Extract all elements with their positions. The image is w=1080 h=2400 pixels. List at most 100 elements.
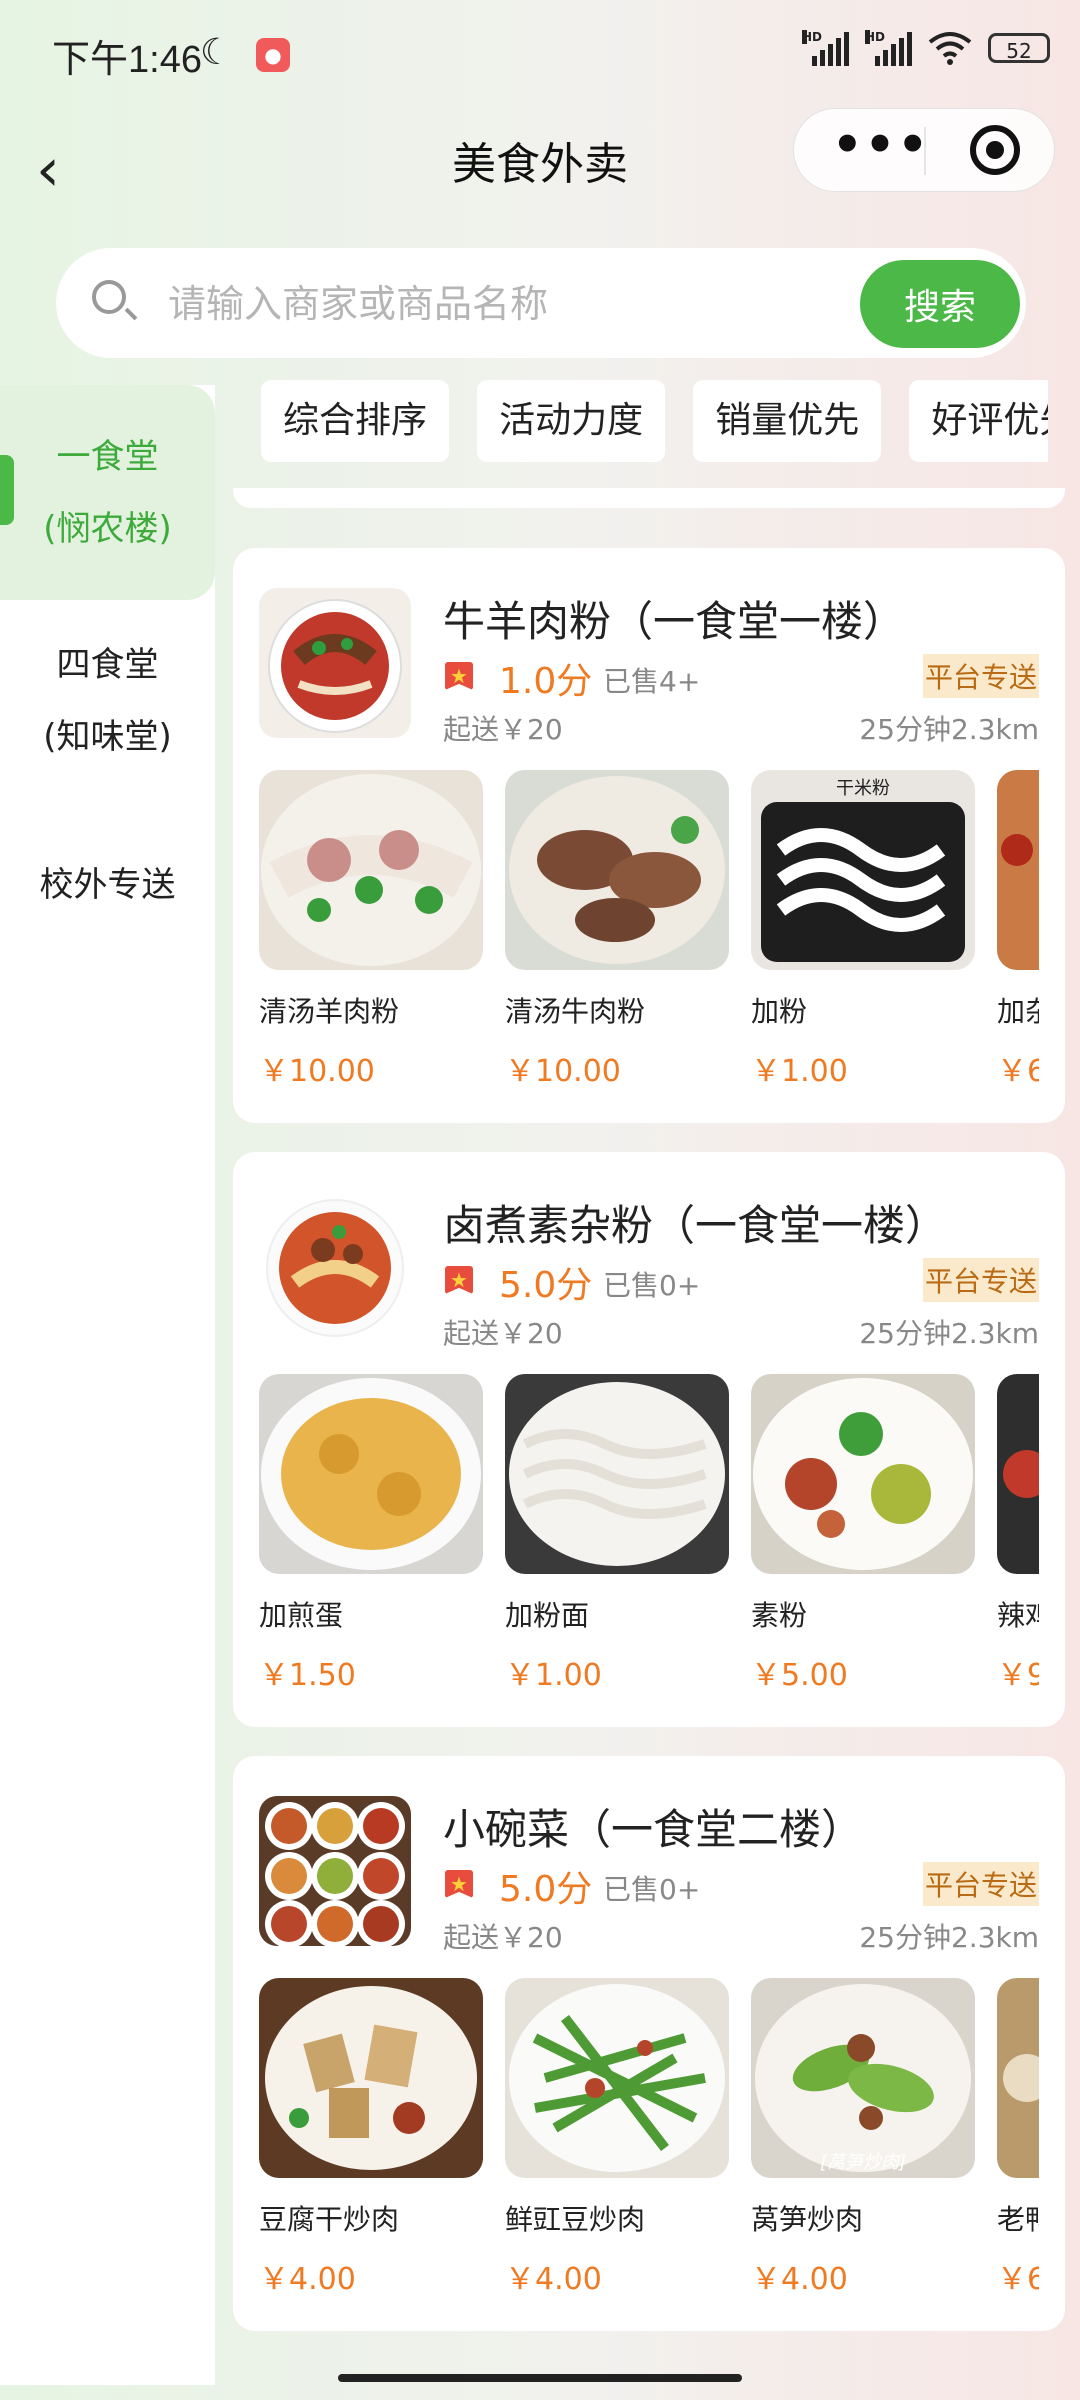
app-notification-icon: ●	[256, 38, 290, 72]
previous-card-edge	[233, 488, 1065, 508]
dish-name: 清汤羊肉粉	[259, 995, 400, 1028]
dish-price: ￥4.00	[259, 2262, 356, 2297]
dish-price: ￥6	[997, 2262, 1039, 2297]
dish-item[interactable]: 老鸭 ￥6	[997, 1978, 1039, 2298]
dish-item[interactable]: 清汤羊肉粉 ￥10.00	[259, 770, 483, 1090]
shop-name: 小碗菜（一食堂二楼）	[443, 1805, 864, 1854]
dish-item[interactable]: 加杂 ￥6	[997, 770, 1039, 1090]
dish-price: ￥10.00	[505, 1054, 621, 1089]
dish-item[interactable]: 鲜豇豆炒肉 ￥4.00	[505, 1978, 729, 2298]
dish-image	[259, 1978, 483, 2178]
wifi-icon	[928, 32, 972, 65]
dish-price: ￥10.00	[259, 1054, 375, 1089]
shop-rating: 1.0分	[499, 661, 593, 702]
dish-price: ￥1.00	[505, 1658, 602, 1693]
shop-rating: 5.0分	[499, 1265, 593, 1306]
dish-image	[997, 770, 1039, 970]
shop-name: 卤煮素杂粉（一食堂一楼）	[443, 1201, 948, 1250]
capsule-divider	[924, 127, 926, 175]
dish-name: 莴笋炒肉	[751, 2203, 864, 2236]
dish-price: ￥5.00	[751, 1658, 848, 1693]
shop-sold-count: 已售0+	[603, 1269, 701, 1302]
close-target-icon[interactable]	[970, 125, 1020, 175]
sidebar-item-canteen-1[interactable]: 一食堂 (悯农楼)	[0, 385, 215, 600]
status-icons: HD HD 52	[802, 30, 1050, 66]
dish-name: 老鸭	[997, 2203, 1039, 2236]
min-order: 起送￥20	[443, 713, 563, 746]
filter-chip-overall[interactable]: 综合排序	[261, 380, 450, 462]
dish-item[interactable]: 干米粉 加粉 ￥1.00	[751, 770, 975, 1090]
shop-sold-count: 已售4+	[603, 665, 701, 698]
delivery-tag: 平台专送	[922, 654, 1039, 698]
delivery-eta: 25分钟2.3km	[859, 1921, 1039, 1954]
dish-price: ￥4.00	[505, 2262, 602, 2297]
dish-item[interactable]: 辣鸡 ￥9	[997, 1374, 1039, 1694]
dish-name: 加煎蛋	[259, 1599, 344, 1632]
dish-item[interactable]: 加煎蛋 ￥1.50	[259, 1374, 483, 1694]
search-input[interactable]	[166, 248, 870, 360]
dish-name: 清汤牛肉粉	[505, 995, 646, 1028]
shop-logo	[259, 1192, 411, 1342]
rating-star-icon: ★	[445, 1266, 473, 1294]
dish-price: ￥1.50	[259, 1658, 356, 1693]
dish-image: [莴笋炒肉]	[751, 1978, 975, 2178]
delivery-eta: 25分钟2.3km	[859, 1317, 1039, 1350]
shop-logo	[259, 588, 411, 738]
battery-indicator: 52	[988, 33, 1050, 63]
sidebar-item-canteen-4[interactable]: 四食堂 (知味堂)	[0, 629, 215, 773]
rating-star-icon: ★	[445, 1870, 473, 1898]
status-time: 下午1:46	[52, 39, 202, 81]
dish-row: 加煎蛋 ￥1.50 加粉面 ￥1.00 素粉 ￥5.00 辣鸡 ￥9	[259, 1374, 1039, 1704]
dish-price: ￥6	[997, 1054, 1039, 1089]
search-icon	[92, 280, 126, 314]
delivery-tag: 平台专送	[922, 1258, 1039, 1302]
more-icon[interactable]: •••	[832, 117, 930, 173]
status-bar: 下午1:46 ☾ ● HD HD 52	[0, 0, 1080, 110]
dish-name: 辣鸡	[997, 1599, 1039, 1632]
dish-price: ￥1.00	[751, 1054, 848, 1089]
dish-item[interactable]: [莴笋炒肉] 莴笋炒肉 ￥4.00	[751, 1978, 975, 2298]
dish-item[interactable]: 清汤牛肉粉 ￥10.00	[505, 770, 729, 1090]
delivery-tag: 平台专送	[922, 1862, 1039, 1906]
search-bar: 搜索	[56, 248, 1026, 360]
dish-price: ￥9	[997, 1658, 1039, 1693]
filter-chip-promotion[interactable]: 活动力度	[477, 380, 666, 462]
delivery-eta: 25分钟2.3km	[859, 713, 1039, 746]
shop-name: 牛羊肉粉（一食堂一楼）	[443, 597, 906, 646]
dish-name: 鲜豇豆炒肉	[505, 2203, 646, 2236]
dish-item[interactable]: 豆腐干炒肉 ￥4.00	[259, 1978, 483, 2298]
dish-image	[997, 1978, 1039, 2178]
filter-chip-sales[interactable]: 销量优先	[693, 380, 882, 462]
search-button[interactable]: 搜索	[860, 260, 1020, 348]
shop-card[interactable]: 小碗菜（一食堂二楼） ★ 5.0分 已售0+ 平台专送 起送￥20 25分钟2.…	[233, 1756, 1065, 2331]
home-indicator[interactable]	[338, 2374, 742, 2382]
dish-row: 清汤羊肉粉 ￥10.00 清汤牛肉粉 ￥10.00 干米粉 加粉 ￥1.00 加…	[259, 770, 1039, 1100]
shop-rating: 5.0分	[499, 1869, 593, 1910]
shop-logo	[259, 1796, 411, 1946]
shop-list: 牛羊肉粉（一食堂一楼） ★ 1.0分 已售4+ 平台专送 起送￥20 25分钟2…	[233, 488, 1065, 2368]
shop-card[interactable]: 卤煮素杂粉（一食堂一楼） ★ 5.0分 已售0+ 平台专送 起送￥20 25分钟…	[233, 1152, 1065, 1727]
shop-card[interactable]: 牛羊肉粉（一食堂一楼） ★ 1.0分 已售4+ 平台专送 起送￥20 25分钟2…	[233, 548, 1065, 1123]
shop-sold-count: 已售0+	[603, 1873, 701, 1906]
dish-name: 加粉	[751, 995, 808, 1028]
dish-item[interactable]: 加粉面 ￥1.00	[505, 1374, 729, 1694]
dish-item[interactable]: 素粉 ￥5.00	[751, 1374, 975, 1694]
dish-image	[505, 1374, 729, 1574]
dish-image	[259, 770, 483, 970]
sidebar-item-off-campus[interactable]: 校外专送	[0, 849, 215, 921]
svg-text:干米粉: 干米粉	[836, 778, 890, 799]
dish-name: 豆腐干炒肉	[259, 2203, 400, 2236]
dish-name: 素粉	[751, 1599, 808, 1632]
dish-image	[997, 1374, 1039, 1574]
dish-name: 加杂	[997, 995, 1039, 1028]
filter-chip-rating[interactable]: 好评优先	[909, 380, 1048, 462]
dish-image	[259, 1374, 483, 1574]
dish-image	[751, 1374, 975, 1574]
dish-image	[505, 1978, 729, 2178]
mini-program-capsule: •••	[793, 108, 1055, 192]
signal-icon-2: HD	[865, 30, 912, 66]
sort-filter-bar: 综合排序 活动力度 销量优先 好评优先	[233, 380, 1048, 476]
dish-row: 豆腐干炒肉 ￥4.00 鲜豇豆炒肉 ￥4.00 [莴笋炒肉] 莴笋炒肉 ￥4.0…	[259, 1978, 1039, 2308]
signal-icon: HD	[802, 30, 849, 66]
category-sidebar: 一食堂 (悯农楼) 四食堂 (知味堂) 校外专送	[0, 385, 215, 2385]
